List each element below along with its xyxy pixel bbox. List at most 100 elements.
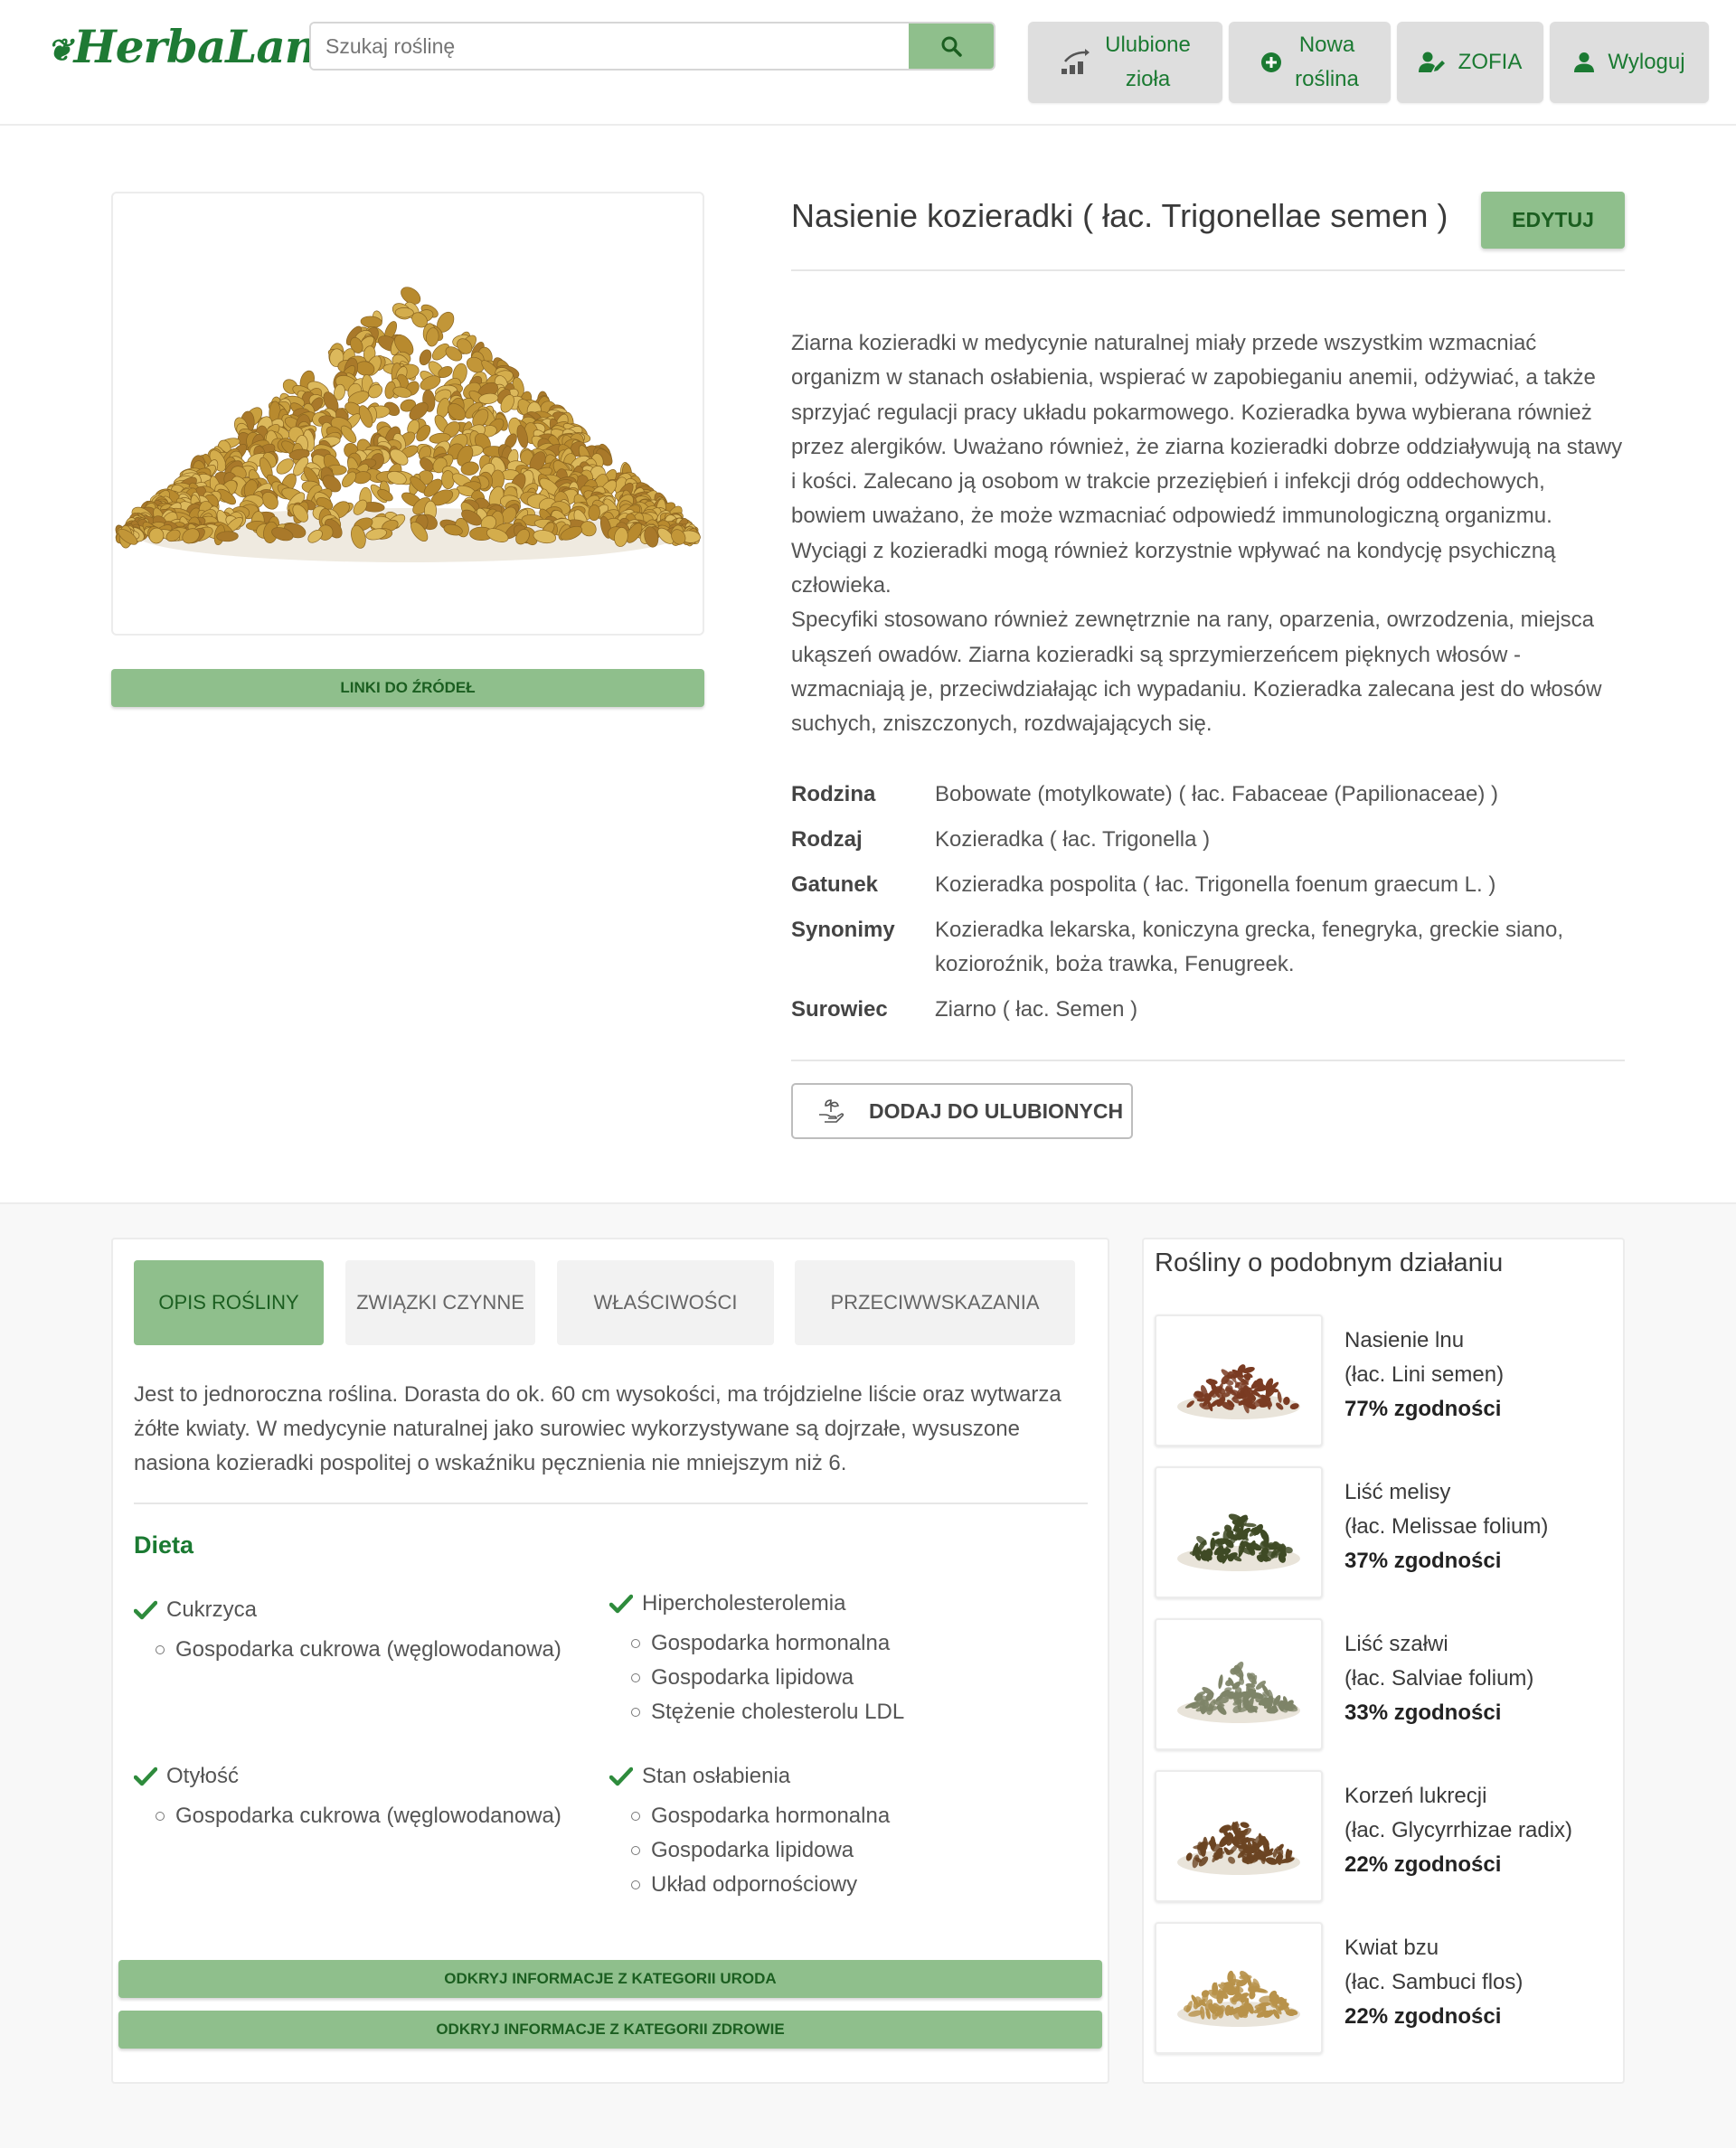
new-plant-button[interactable]: Nowa roślina	[1229, 22, 1391, 103]
similar-plant-match: 77% zgodności	[1344, 1397, 1502, 1421]
similar-plant-latin: (łac. Salviae folium)	[1344, 1666, 1534, 1691]
similar-plant-item[interactable]: Nasienie lnu (łac. Lini semen) 77% zgodnoś…	[1155, 1314, 1607, 1446]
tab-text-line: żółte kwiaty. W medycynie naturalnej jak…	[134, 1417, 1020, 1441]
tab-active-compounds[interactable]: ZWIĄZKI CZYNNE	[345, 1260, 535, 1345]
attribute-key: Surowiec	[791, 997, 888, 1022]
condition-subitem-label: Gospodarka cukrowa (węglowodanowa)	[175, 1804, 561, 1828]
condition-subitem: Gospodarka cukrowa (węglowodanowa)	[156, 1799, 561, 1833]
user-profile-button[interactable]: ZOFIA	[1397, 22, 1543, 103]
herb-pile-image	[1177, 1662, 1300, 1723]
divider	[791, 1060, 1625, 1061]
description-line: przez alergików. Uważano również, że zia…	[791, 434, 1623, 459]
plant-description: Ziarna kozieradki w medycynie naturalnej…	[791, 326, 1625, 742]
health-category-button[interactable]: ODKRYJ INFORMACJE Z KATEGORII ZDROWIE	[118, 2011, 1102, 2049]
condition-sublist: Gospodarka hormonalna Gospodarka lipidowa…	[631, 1626, 904, 1729]
condition-subitem-label: Gospodarka lipidowa	[651, 1665, 854, 1690]
beauty-category-button[interactable]: ODKRYJ INFORMACJE Z KATEGORII URODA	[118, 1960, 1102, 1998]
leaf-sprig-icon: ❦	[47, 33, 72, 69]
condition-subitem: Układ odpornościowy	[631, 1868, 890, 1902]
hand-plant-icon	[819, 1099, 844, 1123]
condition-name: Cukrzyca	[166, 1597, 258, 1622]
similar-plant-thumbnail[interactable]	[1155, 1618, 1323, 1750]
plant-attributes: Rodzina Bobowate (motylkowate) ( łac. Fab…	[791, 777, 1625, 1038]
description-line: bowiem uważano, że może wzmacniać odpowi…	[791, 504, 1552, 529]
similar-plant-info: Liść melisy (łac. Melissae folium) 37% zgo…	[1344, 1475, 1548, 1578]
similar-plant-name[interactable]: Korzeń lukrecji	[1344, 1779, 1572, 1814]
condition-subitem-label: Gospodarka hormonalna	[651, 1804, 891, 1828]
bullet-icon	[631, 1880, 640, 1889]
description-line: i kości. Zalecano ją osobom w trakcie pr…	[791, 469, 1545, 495]
edit-button[interactable]: EDYTUJ	[1481, 192, 1625, 249]
favorite-herbs-button[interactable]: Ulubione zioła	[1028, 22, 1222, 103]
description-line: sprzyjać regulacji pracy układu pokarmow…	[791, 400, 1592, 425]
description-line: organizm w stanach osłabienia, wspierać …	[791, 365, 1596, 391]
similar-plant-name[interactable]: Nasienie lnu	[1344, 1324, 1504, 1358]
attribute-row: Surowiec Ziarno ( łac. Semen )	[791, 993, 1625, 1027]
bullet-icon	[631, 1639, 640, 1648]
tab-text-line: Jest to jednoroczna roślina. Dorasta do …	[134, 1382, 1061, 1407]
top-navbar: ❦HerbaLand Ulubionezioła Nowaroślina	[0, 0, 1736, 126]
check-icon	[134, 1766, 157, 1786]
herb-pile-image	[1177, 1821, 1300, 1875]
page-title: Nasienie kozieradki ( łac. Trigonellae s…	[791, 197, 1448, 234]
divider	[134, 1503, 1088, 1504]
description-line: Specyfiki stosowano również zewnętrznie …	[791, 608, 1594, 633]
bullet-icon	[156, 1645, 165, 1654]
description-line: ukąszeń owadów. Ziarna kozieradki są spr…	[791, 642, 1521, 667]
condition-sublist: Gospodarka cukrowa (węglowodanowa)	[156, 1799, 561, 1833]
add-to-favorites-button[interactable]: DODAJ DO ULUBIONYCH	[791, 1083, 1133, 1139]
condition-heading: Hipercholesterolemia	[609, 1587, 904, 1621]
source-links-button[interactable]: LINKI DO ŹRÓDEŁ	[111, 669, 704, 707]
similar-plant-name[interactable]: Liść szałwi	[1344, 1627, 1533, 1662]
similar-plant-info: Kwiat bzu (łac. Sambuci flos) 22% zgodnośc…	[1344, 1931, 1523, 2034]
fenugreek-seeds-image	[115, 287, 701, 562]
search-input[interactable]	[311, 24, 910, 69]
similar-plant-name[interactable]: Liść melisy	[1344, 1475, 1548, 1510]
seed	[441, 470, 455, 490]
description-line: człowieka.	[791, 573, 892, 598]
similar-plant-thumbnail[interactable]	[1155, 1922, 1323, 2054]
search-button[interactable]	[909, 24, 994, 69]
similar-plant-item[interactable]: Liść szałwi (łac. Salviae folium) 33% zgod…	[1155, 1618, 1607, 1750]
similar-plant-name[interactable]: Kwiat bzu	[1344, 1931, 1523, 1965]
similar-plant-item[interactable]: Liść melisy (łac. Melissae folium) 37% zgo…	[1155, 1466, 1607, 1598]
favorite-herbs-label: Ulubione zioła	[1105, 33, 1191, 91]
similar-plant-thumbnail[interactable]	[1155, 1314, 1323, 1446]
tab-text-line: nasiona kozieradki pospolitej o wskaźnik…	[134, 1451, 847, 1475]
condition-sublist: Gospodarka hormonalna Gospodarka lipidowa…	[631, 1799, 890, 1902]
bullet-icon	[631, 1708, 640, 1717]
condition-subitem-label: Gospodarka hormonalna	[651, 1631, 891, 1655]
similar-plant-thumbnail[interactable]	[1155, 1466, 1323, 1598]
logo-text: HerbaLand	[73, 20, 349, 73]
tab-plant-description[interactable]: OPIS ROŚLINY	[134, 1260, 324, 1345]
herb-pile-image	[1177, 1364, 1300, 1419]
herbaland-logo[interactable]: ❦HerbaLand	[47, 20, 349, 73]
logout-label: Wyloguj	[1608, 50, 1685, 74]
similar-plant-info: Korzeń lukrecji (łac. Glycyrrhizae radix)…	[1344, 1779, 1572, 1882]
diet-heading: Dieta	[134, 1531, 194, 1559]
divider	[791, 269, 1625, 271]
attribute-value: Kozieradka lekarska, koniczyna grecka, f…	[935, 918, 1564, 976]
attribute-value: Kozieradka ( łac. Trigonella )	[935, 827, 1211, 852]
attribute-row: Rodzaj Kozieradka ( łac. Trigonella )	[791, 823, 1625, 857]
similar-plant-item[interactable]: Kwiat bzu (łac. Sambuci flos) 22% zgodnośc…	[1155, 1922, 1607, 2054]
similar-plant-thumbnail[interactable]	[1155, 1770, 1323, 1902]
similar-plant-latin: (łac. Melissae folium)	[1344, 1514, 1549, 1539]
tab-properties[interactable]: WŁAŚCIWOŚCI	[557, 1260, 774, 1345]
condition-subitem: Stężenie cholesterolu LDL	[631, 1695, 904, 1729]
logout-button[interactable]: Wyloguj	[1550, 22, 1709, 103]
condition-name: Stan osłabienia	[642, 1764, 791, 1788]
user-edit-icon	[1418, 52, 1446, 73]
diet-condition: Otyłość Gospodarka cukrowa (węglowodanowa…	[134, 1759, 561, 1833]
similar-plant-info: Liść szałwi (łac. Salviae folium) 33% zgod…	[1344, 1627, 1533, 1730]
diet-condition: Hipercholesterolemia Gospodarka hormonaln…	[609, 1587, 904, 1729]
herb-pile-image	[1177, 1970, 1300, 2027]
bullet-icon	[631, 1673, 640, 1682]
attribute-key: Rodzaj	[791, 827, 863, 852]
tab-contraindications[interactable]: PRZECIWWSKAZANIA	[795, 1260, 1075, 1345]
check-icon	[609, 1766, 633, 1786]
similar-plant-match: 37% zgodności	[1344, 1549, 1502, 1573]
similar-plant-item[interactable]: Korzeń lukrecji (łac. Glycyrrhizae radix)…	[1155, 1770, 1607, 1902]
description-line: wzmacniają je, przeciwdziałając ich wypa…	[791, 676, 1602, 702]
similar-plant-latin: (łac. Glycyrrhizae radix)	[1344, 1818, 1573, 1842]
